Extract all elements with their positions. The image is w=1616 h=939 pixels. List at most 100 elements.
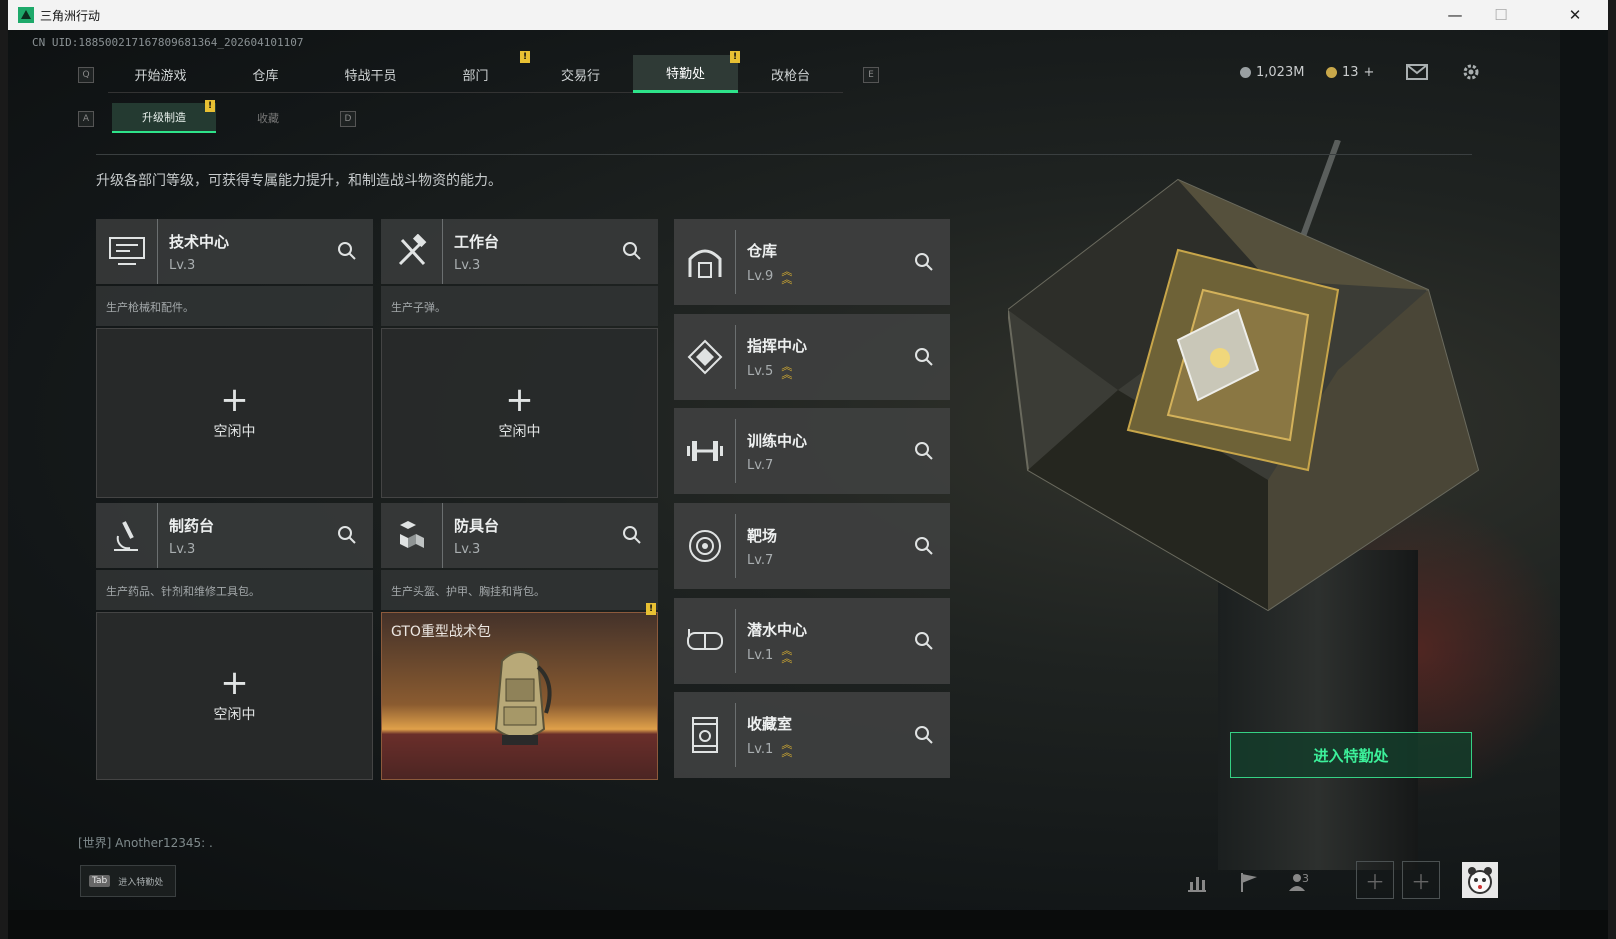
warehouse-icon: [674, 230, 736, 294]
maximize-button[interactable]: ☐: [1478, 0, 1524, 30]
search-icon[interactable]: [914, 347, 934, 367]
tab-department[interactable]: 部门: [423, 55, 528, 93]
search-icon[interactable]: [914, 725, 934, 745]
coin-add[interactable]: +: [1364, 65, 1375, 80]
workbench-description: 生产头盔、护甲、胸挂和背包。: [381, 570, 658, 610]
coin-icon: [1326, 67, 1337, 78]
search-icon[interactable]: [337, 241, 357, 261]
workbench-name: 制药台: [169, 516, 215, 535]
idle-status: 空闲中: [498, 424, 541, 440]
subtab-upgrade-craft[interactable]: 升级制造: [112, 103, 216, 133]
close-button[interactable]: ✕: [1552, 0, 1598, 30]
workbench-level: Lv.3: [169, 257, 196, 273]
facility-collection-room[interactable]: 收藏室 Lv.1 ︽ ︽: [674, 692, 950, 778]
game-window: 三角洲行动 — ☐ ✕ CN UID:1885002171678096813​6…: [8, 0, 1608, 939]
search-icon[interactable]: [622, 525, 642, 545]
enter-special-ops-button[interactable]: 进入特勤处: [1230, 732, 1472, 778]
facility-command-center[interactable]: 指挥中心 Lv.5 ︽ ︽: [674, 314, 950, 400]
sub-tabs: 升级制造 收藏: [112, 103, 320, 133]
friends-count: 3: [1302, 872, 1309, 885]
user-uid: CN UID:1885002171678096813​64_2026041011…: [32, 36, 304, 49]
microscope-icon: [96, 503, 158, 568]
workbench-description: 生产枪械和配件。: [96, 286, 373, 326]
facility-level: Lv.5: [747, 363, 774, 379]
tab-enter-hint[interactable]: Tab 进入特勤处: [80, 865, 176, 897]
search-icon[interactable]: [337, 525, 357, 545]
subnav-key-right-hint: D: [340, 111, 356, 127]
target-icon: [674, 514, 736, 578]
team-slot-add-button[interactable]: ＋: [1356, 861, 1394, 899]
friends-icon[interactable]: [1282, 865, 1316, 899]
upgrade-available-icon: ︽ ︽: [781, 265, 793, 286]
search-icon[interactable]: [914, 536, 934, 556]
workbench-workstation: 工作台 Lv.3 生产子弹。 + 空闲中: [381, 219, 658, 498]
settings-gear-icon[interactable]: [1458, 60, 1484, 84]
facility-level: Lv.7: [747, 552, 774, 568]
add-icon: +: [505, 380, 534, 420]
department-notice-badge: !: [520, 51, 530, 63]
idle-status: 空闲中: [213, 424, 256, 440]
workbench-header[interactable]: 工作台 Lv.3: [381, 219, 658, 284]
app-logo-icon: [18, 7, 34, 23]
search-icon[interactable]: [622, 241, 642, 261]
tab-operators[interactable]: 特战干员: [318, 55, 423, 93]
tab-warehouse[interactable]: 仓库: [213, 55, 318, 93]
tab-start-game[interactable]: 开始游戏: [108, 55, 213, 93]
armor-blocks-icon: [381, 503, 443, 568]
world-chat-message[interactable]: [世界] Another12345: .: [78, 834, 213, 851]
computer-icon: [96, 219, 158, 284]
flag-icon[interactable]: [1232, 865, 1266, 899]
workbench-level: Lv.3: [169, 541, 196, 557]
stats-icon[interactable]: [1180, 865, 1214, 899]
facility-training-center[interactable]: 训练中心 Lv.7: [674, 408, 950, 494]
upgrade-available-icon: ︽ ︽: [781, 360, 793, 381]
facility-warehouse[interactable]: 仓库 Lv.9 ︽ ︽: [674, 219, 950, 305]
special-ops-notice-badge: !: [730, 51, 740, 63]
diving-mask-icon: [674, 609, 736, 673]
window-titlebar: 三角洲行动 — ☐ ✕: [8, 0, 1608, 30]
mail-icon[interactable]: [1404, 60, 1430, 84]
window-title: 三角洲行动: [40, 8, 101, 23]
workbench-name: 工作台: [454, 232, 500, 251]
craft-slot-idle[interactable]: + 空闲中: [381, 328, 658, 498]
workbench-level: Lv.3: [454, 541, 481, 557]
workbench-description: 生产药品、针剂和维修工具包。: [96, 570, 373, 610]
facility-name: 潜水中心: [747, 621, 808, 639]
player-avatar[interactable]: [1462, 862, 1498, 898]
coin-display[interactable]: 13 +: [1326, 65, 1374, 80]
add-icon: +: [220, 663, 249, 703]
workbench-name: 防具台: [454, 516, 500, 535]
tab-gunsmith[interactable]: 改枪台: [738, 55, 843, 93]
money-display: 1,023M: [1240, 65, 1304, 80]
section-divider: [96, 154, 1472, 155]
upgrade-available-icon: ︽ ︽: [781, 738, 793, 759]
tab-trading[interactable]: 交易行: [528, 55, 633, 93]
workbench-level: Lv.3: [454, 257, 481, 273]
money-icon: [1240, 67, 1251, 78]
search-icon[interactable]: [914, 631, 934, 651]
minimize-button[interactable]: —: [1432, 0, 1478, 30]
upgrade-notice-badge: !: [205, 100, 215, 112]
craft-slot-idle[interactable]: + 空闲中: [96, 612, 373, 780]
workbench-header[interactable]: 技术中心 Lv.3: [96, 219, 373, 284]
search-icon[interactable]: [914, 441, 934, 461]
nav-key-left-hint: Q: [78, 67, 94, 83]
workbench-description: 生产子弹。: [381, 286, 658, 326]
workbench-name: 技术中心: [169, 232, 230, 251]
crafting-item-name: GTO重型战术包: [391, 624, 491, 640]
idle-status: 空闲中: [213, 707, 256, 723]
team-slot-add-button[interactable]: ＋: [1402, 861, 1440, 899]
tab-special-ops[interactable]: 特勤处: [633, 55, 738, 93]
subtab-collection[interactable]: 收藏: [216, 103, 320, 133]
nav-key-right-hint: E: [863, 67, 879, 83]
workbench-header[interactable]: 防具台 Lv.3: [381, 503, 658, 568]
facility-diving-center[interactable]: 潜水中心 Lv.1 ︽ ︽: [674, 598, 950, 684]
tab-hint-label: 进入特勤处: [118, 877, 164, 888]
crafting-item-slot[interactable]: GTO重型战术包: [381, 612, 658, 780]
search-icon[interactable]: [914, 252, 934, 272]
workbench-tech-center: 技术中心 Lv.3 生产枪械和配件。 + 空闲中: [96, 219, 373, 498]
craft-slot-idle[interactable]: + 空闲中: [96, 328, 373, 498]
command-emblem-icon: [674, 325, 736, 389]
workbench-header[interactable]: 制药台 Lv.3: [96, 503, 373, 568]
facility-shooting-range[interactable]: 靶场 Lv.7: [674, 503, 950, 589]
